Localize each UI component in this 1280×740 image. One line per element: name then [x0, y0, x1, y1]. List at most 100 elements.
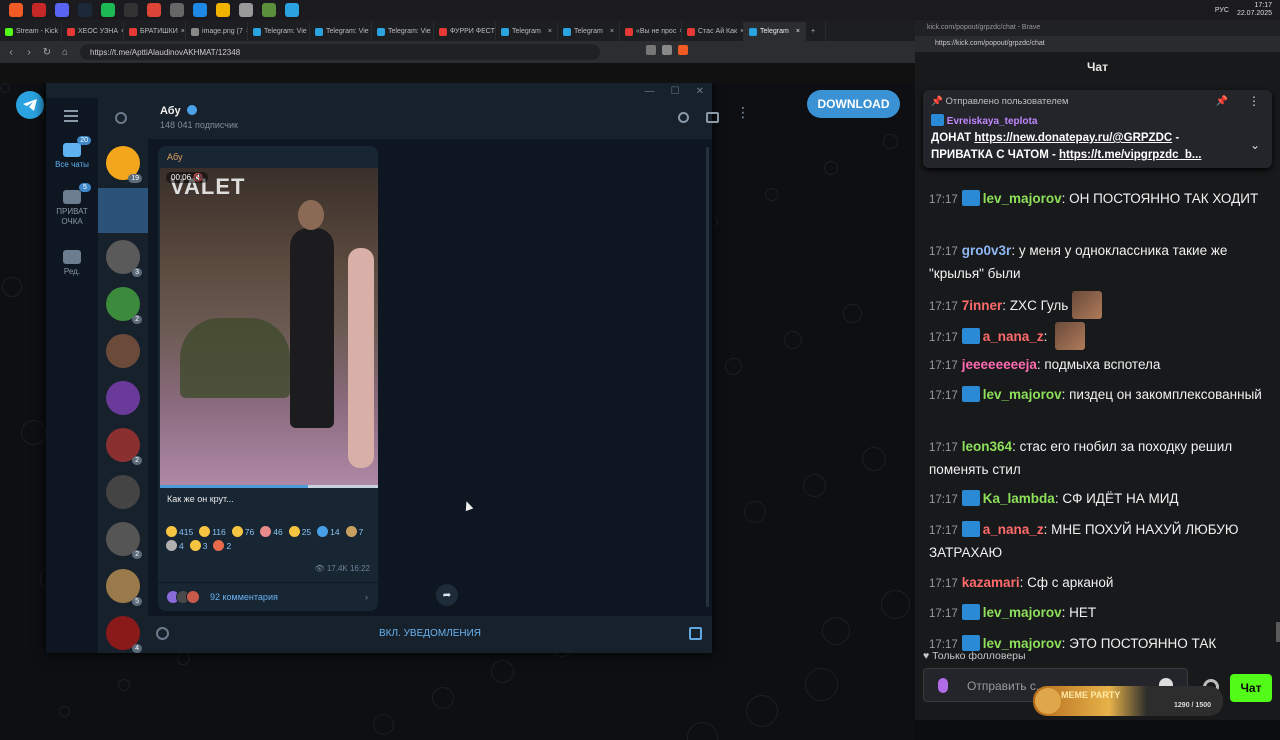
tab-close-icon[interactable]: × [610, 28, 614, 35]
message-username[interactable]: lev_majorov [983, 387, 1062, 402]
chat-avatar[interactable] [106, 381, 140, 415]
message-username[interactable]: lev_majorov [983, 191, 1062, 206]
spotify-app-icon[interactable] [101, 3, 115, 17]
game-app-icon[interactable] [170, 3, 184, 17]
chevron-down-icon[interactable]: ⌄ [1250, 138, 1260, 152]
reaction[interactable]: 415 [166, 526, 193, 537]
brave-shield-icon[interactable] [678, 45, 688, 55]
browser-tab[interactable]: ХЕОС УЗНА× [62, 22, 124, 41]
folder-edit[interactable]: Ред. [46, 250, 98, 277]
browser-tab[interactable]: Telegram: Vie× [372, 22, 434, 41]
browser-tab[interactable]: image.png (7× [186, 22, 248, 41]
gift-icon[interactable] [689, 627, 702, 640]
tab-close-icon[interactable]: × [548, 28, 552, 35]
donate-link[interactable]: https://new.donatepay.ru/@GRPZDC [974, 132, 1172, 144]
reaction[interactable]: 7 [346, 526, 364, 537]
browser-tab[interactable]: «Вы не прос× [620, 22, 682, 41]
menu-icon[interactable] [46, 110, 98, 124]
bluetooth-app-icon[interactable] [193, 3, 207, 17]
unpin-icon[interactable]: 📌 [1216, 96, 1228, 107]
message-username[interactable]: leon364 [962, 439, 1012, 454]
browser-tab[interactable]: БРАТИШКИ× [124, 22, 186, 41]
enable-notifications-button[interactable]: ВКЛ. УВЕДОМЛЕНИЯ [148, 628, 712, 639]
browser-tab[interactable]: ФУРРИ ФЕСТ× [434, 22, 496, 41]
chat-avatar[interactable]: 2 [106, 522, 140, 556]
message-username[interactable]: kazamari [962, 575, 1020, 590]
video-progress-bar[interactable] [160, 485, 378, 488]
tab-close-icon[interactable]: × [796, 28, 800, 35]
browser-tab[interactable]: Telegram× [496, 22, 558, 41]
more-icon[interactable]: ⋮ [736, 109, 750, 115]
chat-avatar[interactable]: 5 [106, 569, 140, 603]
maximize-icon[interactable]: ☐ [671, 86, 680, 97]
brave-app-icon[interactable] [9, 3, 23, 17]
steam-app-icon[interactable] [78, 3, 92, 17]
browser-tab[interactable]: Telegram× [558, 22, 620, 41]
chat-avatar[interactable]: 19 [106, 146, 140, 180]
chat-avatar[interactable]: 3 [106, 240, 140, 274]
explorer-app-icon[interactable] [239, 3, 253, 17]
reload-icon[interactable]: ↻ [40, 45, 54, 59]
folder-all-chats[interactable]: 20Все чаты [46, 143, 98, 170]
send-chat-button[interactable]: Чат [1230, 674, 1272, 702]
reaction[interactable]: 2 [213, 540, 231, 551]
share-icon[interactable]: ➦ [436, 584, 458, 606]
browser-tab[interactable]: Telegram: Vie× [310, 22, 372, 41]
chat-avatar[interactable]: 2 [106, 287, 140, 321]
chat-avatar[interactable] [106, 475, 140, 509]
more-options-icon[interactable]: ⋮ [1248, 94, 1260, 108]
private-chat-link[interactable]: https://t.me/vipgrpzdc_b... [1059, 149, 1201, 161]
close-icon[interactable]: ✕ [696, 86, 704, 97]
message-username[interactable]: a_nana_z [983, 329, 1044, 344]
message-username[interactable]: lev_majorov [983, 636, 1062, 651]
message-username[interactable]: jeeeeeeeeja [962, 357, 1037, 372]
reaction[interactable]: 4 [166, 540, 184, 551]
pinned-username[interactable]: Evreiskaya_teplota [931, 114, 1037, 127]
reaction[interactable]: 3 [190, 540, 208, 551]
comments-button[interactable]: 92 комментария › [158, 582, 378, 611]
tray-clock[interactable]: 17:17 22.07.2025 [1237, 2, 1272, 18]
reaction[interactable]: 76 [232, 526, 254, 537]
microphone-icon[interactable] [938, 678, 948, 693]
home-icon[interactable]: ⌂ [58, 45, 72, 59]
discord-app-icon[interactable] [55, 3, 69, 17]
tray-lang[interactable]: РУС [1215, 7, 1229, 14]
url-input[interactable]: https://t.me/ApttiAlaudinovAKHMAT/12348 [80, 44, 600, 60]
message-username[interactable]: lev_majorov [983, 605, 1062, 620]
telegram-logo-icon[interactable] [16, 91, 44, 119]
chat-avatar[interactable]: 2 [106, 428, 140, 462]
forward-icon[interactable]: › [22, 45, 36, 59]
back-icon[interactable]: ‹ [4, 45, 18, 59]
chat-avatar[interactable]: 4 [106, 616, 140, 650]
muted-speaker-icon[interactable]: 🔇 [193, 173, 203, 182]
url-input[interactable]: https://kick.com/popout/grpzdc/chat [915, 36, 1280, 52]
gmail-app-icon[interactable] [32, 3, 46, 17]
folder-app-icon[interactable] [216, 3, 230, 17]
sidebar-toggle-icon[interactable] [706, 112, 719, 123]
chat-scrollbar[interactable] [706, 147, 709, 607]
download-button[interactable]: DOWNLOAD [807, 90, 900, 118]
obs-app-icon[interactable] [124, 3, 138, 17]
telegram-app-icon[interactable] [285, 3, 299, 17]
chat-avatar[interactable] [106, 334, 140, 368]
reaction[interactable]: 116 [199, 526, 226, 537]
new-tab-icon[interactable]: + [806, 22, 826, 41]
reaction[interactable]: 25 [289, 526, 311, 537]
minecraft-app-icon[interactable] [262, 3, 276, 17]
share-icon[interactable] [662, 45, 672, 55]
message-username[interactable]: Ka_lambda [983, 491, 1055, 506]
chat-header[interactable]: Абу 148 041 подписчик ⋮ [148, 98, 712, 140]
chrome-app-icon[interactable] [147, 3, 161, 17]
reaction[interactable]: 14 [317, 526, 339, 537]
browser-tab[interactable]: Стас Ай Как× [682, 22, 744, 41]
message-username[interactable]: 7inner [962, 298, 1003, 313]
folder-private[interactable]: 5ПРИВАТ ОЧКА [46, 190, 98, 227]
chat-scrollbar[interactable] [1276, 622, 1280, 642]
message-username[interactable]: gro0v3r [962, 243, 1012, 258]
message-username[interactable]: a_nana_z [983, 522, 1044, 537]
header-search-icon[interactable] [678, 112, 689, 123]
minimize-icon[interactable]: — [645, 86, 655, 97]
search-icon[interactable] [115, 112, 127, 124]
browser-tab[interactable]: Telegram: Vie× [248, 22, 310, 41]
tab-close-icon[interactable]: × [181, 28, 185, 35]
